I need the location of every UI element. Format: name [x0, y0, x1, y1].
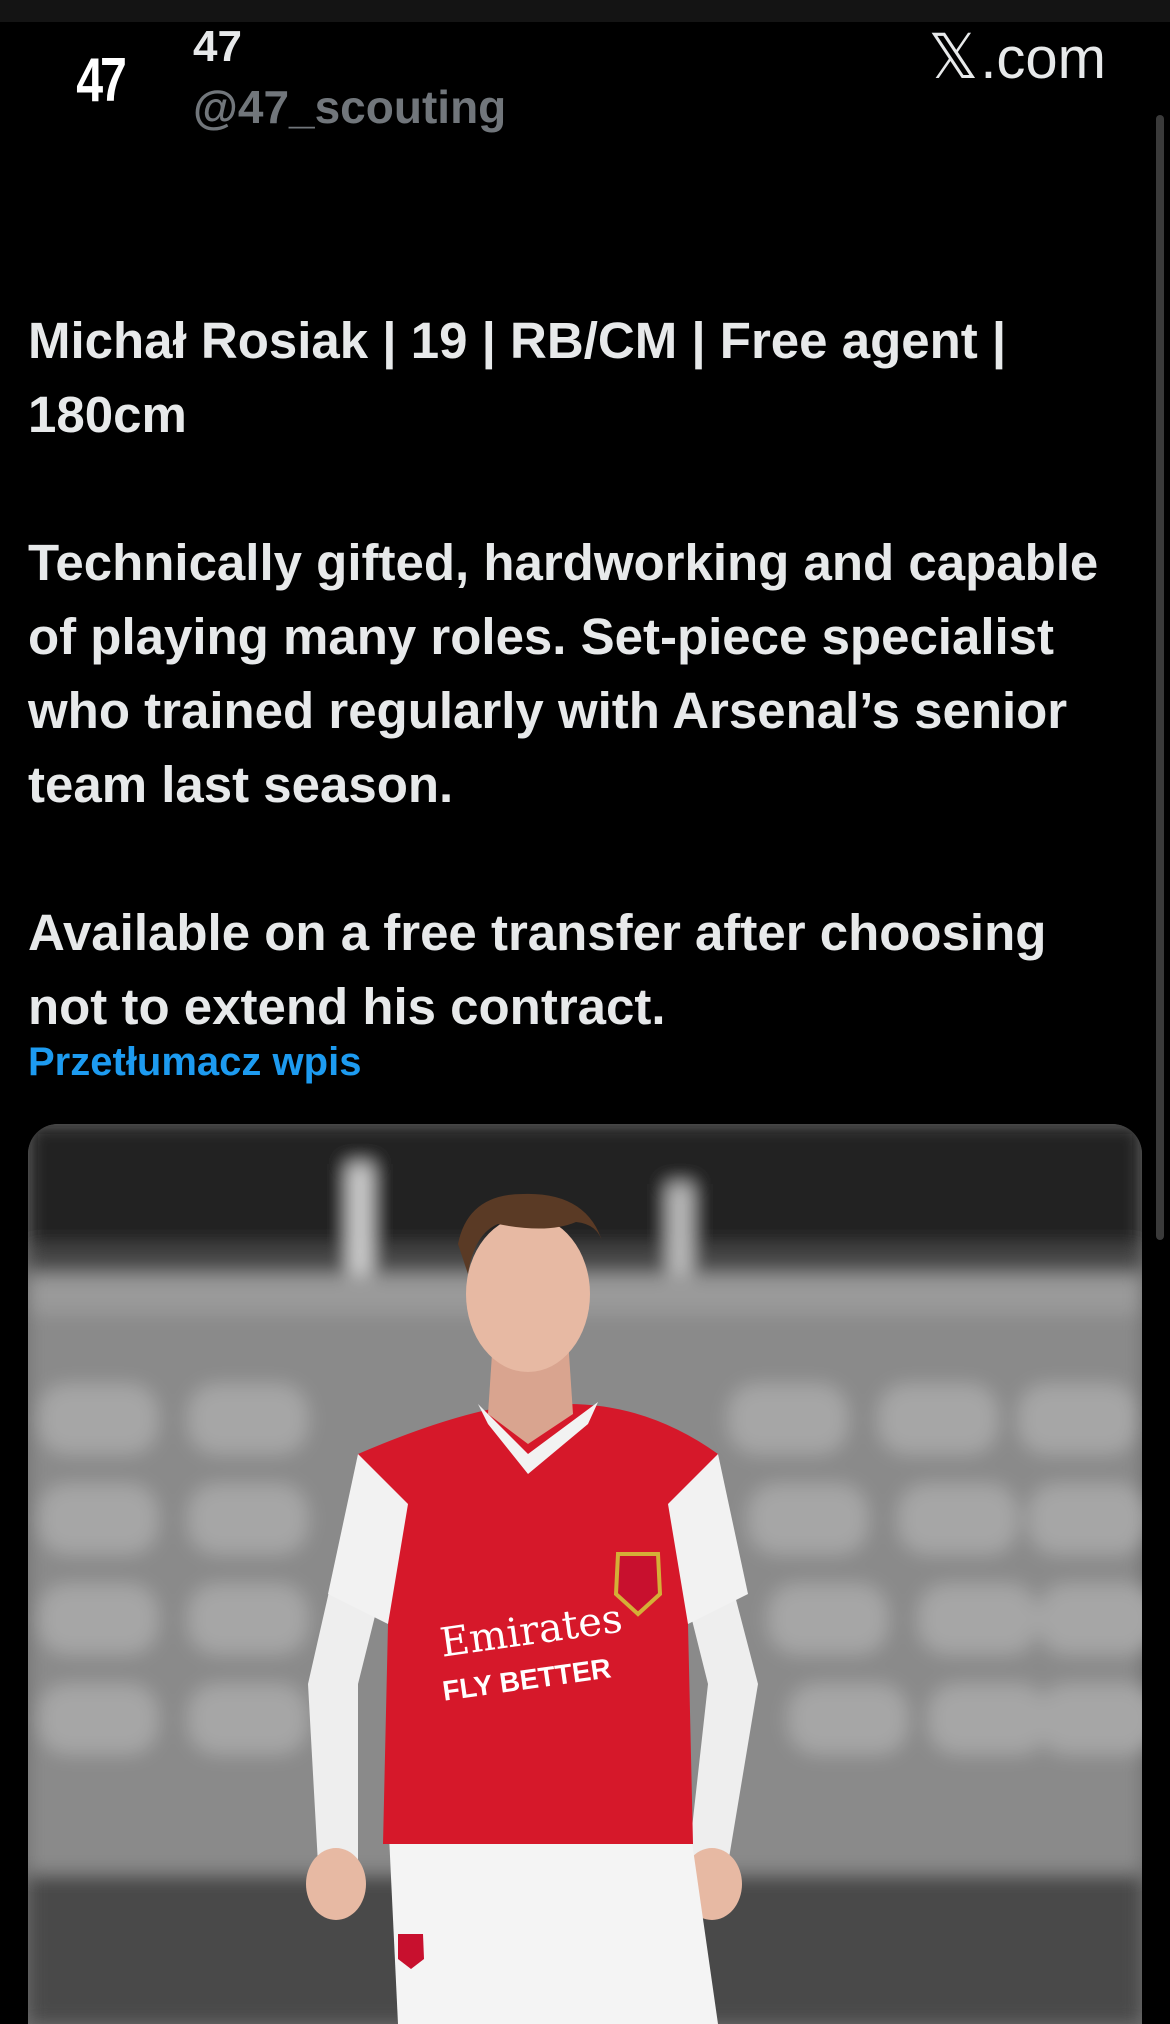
- tweet-paragraph: Available on a free transfer after choos…: [28, 904, 1047, 1035]
- avatar-text: 47: [76, 45, 127, 115]
- headline-text: Michał Rosiak | 19 | RB/CM | Free agent …: [28, 312, 1007, 443]
- tweet-headline: [28, 230, 1138, 304]
- tweet-paragraph: Technically gifted, hardworking and capa…: [28, 534, 1099, 813]
- status-bar: [0, 0, 1170, 22]
- user-handle[interactable]: @47_scouting: [193, 80, 506, 134]
- tweet-photo[interactable]: Emirates FLY BETTER: [28, 1124, 1142, 2024]
- poland-flag-icon: [28, 249, 86, 287]
- x-logo-icon: 𝕏: [928, 23, 979, 92]
- avatar[interactable]: 47: [69, 40, 131, 120]
- brand-domain: .com: [980, 26, 1106, 91]
- tweet-text: Michał Rosiak | 19 | RB/CM | Free agent …: [28, 230, 1138, 1044]
- translate-post-link[interactable]: Przetłumacz wpis: [28, 1040, 361, 1085]
- display-name[interactable]: 47: [193, 22, 242, 72]
- x-brand: 𝕏 .com: [928, 20, 1106, 93]
- scrollbar[interactable]: [1156, 115, 1164, 1240]
- player-photo: Emirates FLY BETTER: [28, 1124, 1142, 2024]
